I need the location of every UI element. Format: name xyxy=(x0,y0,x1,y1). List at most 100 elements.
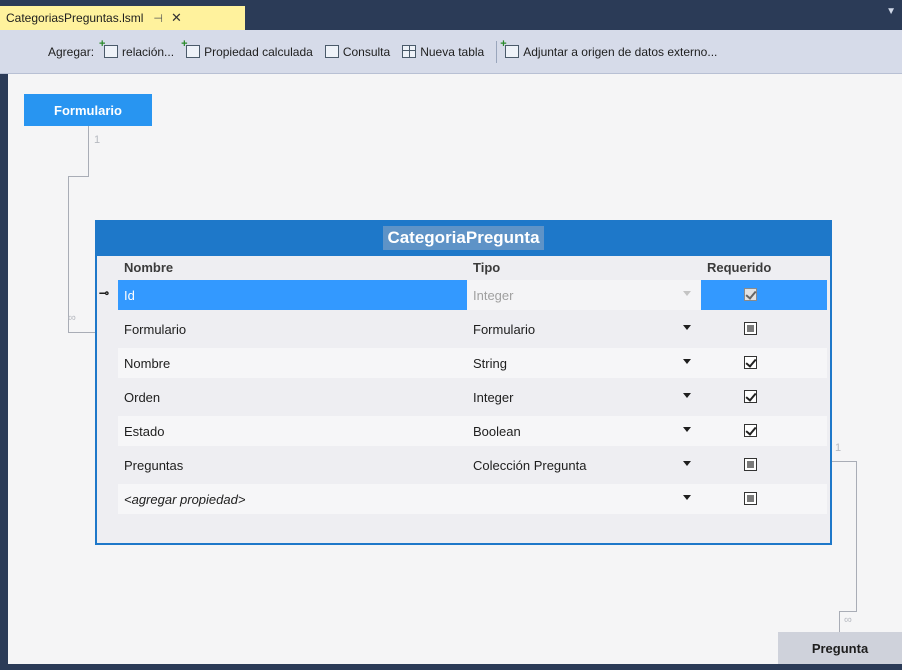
property-type[interactable]: Colección Pregunta xyxy=(467,450,701,480)
entity-title-bar: CategoriaPregunta xyxy=(95,220,832,256)
row-tail xyxy=(802,450,827,480)
new-table-button[interactable]: Nueva tabla xyxy=(402,45,484,59)
column-header-name[interactable]: Nombre xyxy=(124,260,173,275)
property-type-value: Colección Pregunta xyxy=(473,458,587,473)
add-computed-property-label: Propiedad calculada xyxy=(204,44,313,59)
property-type[interactable]: Integer xyxy=(467,382,701,412)
query-icon xyxy=(324,45,339,58)
table-icon xyxy=(402,45,417,58)
property-name[interactable]: Id xyxy=(118,280,467,310)
key-icon: ⊸ xyxy=(99,286,110,300)
row-tail xyxy=(802,416,827,446)
dropdown-icon[interactable] xyxy=(683,291,691,296)
connector-line xyxy=(88,126,89,176)
document-tab[interactable]: CategoriasPreguntas.lsml ⊣ ✕ xyxy=(0,6,245,30)
table-row[interactable]: Estado Boolean xyxy=(97,416,830,446)
close-icon[interactable]: ✕ xyxy=(171,10,182,26)
property-type-value: Formulario xyxy=(473,322,536,337)
property-grid: Nombre Tipo Requerido ⊸ Id Integer Formu… xyxy=(97,256,830,543)
table-row[interactable]: ⊸ Id Integer xyxy=(97,280,830,310)
multiplicity-many: ∞ xyxy=(68,312,76,324)
property-type[interactable]: Integer xyxy=(467,280,701,310)
dropdown-icon[interactable] xyxy=(683,325,691,330)
tab-overflow-icon[interactable]: ▼ xyxy=(886,6,896,17)
property-type[interactable]: String xyxy=(467,348,701,378)
required-cell xyxy=(701,314,802,344)
entity-pregunta[interactable]: Pregunta xyxy=(778,632,902,664)
column-header-required[interactable]: Requerido xyxy=(707,260,771,275)
table-row[interactable]: Preguntas Colección Pregunta xyxy=(97,450,830,480)
multiplicity-one: 1 xyxy=(94,134,101,146)
dropdown-icon[interactable] xyxy=(683,461,691,466)
add-relation-button[interactable]: relación... xyxy=(99,38,175,59)
connector-line xyxy=(856,461,857,611)
dropdown-icon[interactable] xyxy=(683,495,691,500)
attach-datasource-icon xyxy=(500,38,520,58)
pin-icon[interactable]: ⊣ xyxy=(153,12,163,25)
grid-header: Nombre Tipo Requerido xyxy=(97,256,830,280)
property-type-value: Integer xyxy=(473,288,514,303)
entity-formulario[interactable]: Formulario xyxy=(24,94,152,126)
table-row[interactable]: Formulario Formulario xyxy=(97,314,830,344)
property-type[interactable]: Boolean xyxy=(467,416,701,446)
property-type-value: String xyxy=(473,356,507,371)
left-edge xyxy=(0,74,8,670)
add-query-button[interactable]: Consulta xyxy=(324,44,391,59)
table-row[interactable]: <agregar propiedad> xyxy=(97,484,830,514)
property-type[interactable] xyxy=(467,484,701,514)
property-name[interactable]: Orden xyxy=(118,382,467,412)
dropdown-icon[interactable] xyxy=(683,359,691,364)
required-cell xyxy=(701,450,802,480)
row-tail xyxy=(802,314,827,344)
required-checkbox[interactable] xyxy=(744,390,757,403)
required-cell xyxy=(701,280,802,310)
connector-line xyxy=(68,332,95,333)
property-name[interactable]: Estado xyxy=(118,416,467,446)
required-checkbox[interactable] xyxy=(744,424,757,437)
column-header-type[interactable]: Tipo xyxy=(473,260,500,275)
required-cell xyxy=(701,348,802,378)
attach-datasource-label: Adjuntar a origen de datos externo... xyxy=(523,44,718,59)
add-property-input[interactable]: <agregar propiedad> xyxy=(118,484,467,514)
connector-line xyxy=(839,611,840,632)
dropdown-icon[interactable] xyxy=(683,427,691,432)
connector-line xyxy=(832,461,856,462)
connector-line xyxy=(68,176,69,332)
row-tail xyxy=(802,348,827,378)
table-row[interactable]: Nombre String xyxy=(97,348,830,378)
multiplicity-one: 1 xyxy=(835,442,842,454)
property-type-value: Integer xyxy=(473,390,514,405)
required-cell xyxy=(701,416,802,446)
document-tab-title: CategoriasPreguntas.lsml xyxy=(6,11,144,25)
document-tabstrip: CategoriasPreguntas.lsml ⊣ ✕ ▼ xyxy=(0,0,902,30)
required-checkbox[interactable] xyxy=(744,492,757,505)
property-name[interactable]: Formulario xyxy=(118,314,467,344)
property-type[interactable]: Formulario xyxy=(467,314,701,344)
row-tail xyxy=(802,484,827,514)
required-checkbox[interactable] xyxy=(744,356,757,369)
required-cell xyxy=(701,484,802,514)
add-query-label: Consulta xyxy=(342,44,391,59)
table-row[interactable]: Orden Integer xyxy=(97,382,830,412)
new-table-label: Nueva tabla xyxy=(420,44,485,59)
designer-toolbar: Agregar: relación... Propiedad calculada… xyxy=(0,30,902,74)
row-tail xyxy=(802,280,827,310)
property-name[interactable]: Nombre xyxy=(118,348,467,378)
multiplicity-many: ∞ xyxy=(844,614,852,626)
computed-property-icon xyxy=(181,38,201,58)
connector-line xyxy=(839,611,857,612)
attach-datasource-button[interactable]: Adjuntar a origen de datos externo... xyxy=(500,38,718,59)
required-checkbox[interactable] xyxy=(744,458,757,471)
add-relation-label: relación... xyxy=(122,44,175,59)
required-checkbox[interactable] xyxy=(744,322,757,335)
add-computed-property-button[interactable]: Propiedad calculada xyxy=(181,38,313,59)
dropdown-icon[interactable] xyxy=(683,393,691,398)
property-name[interactable]: Preguntas xyxy=(118,450,467,480)
entity-table-panel[interactable]: CategoriaPregunta Nombre Tipo Requerido … xyxy=(95,220,832,545)
property-type-value: Boolean xyxy=(473,424,521,439)
toolbar-separator xyxy=(496,40,498,63)
entity-title[interactable]: CategoriaPregunta xyxy=(383,226,544,250)
required-checkbox[interactable] xyxy=(744,288,757,301)
required-cell xyxy=(701,382,802,412)
connector-line xyxy=(68,176,89,177)
